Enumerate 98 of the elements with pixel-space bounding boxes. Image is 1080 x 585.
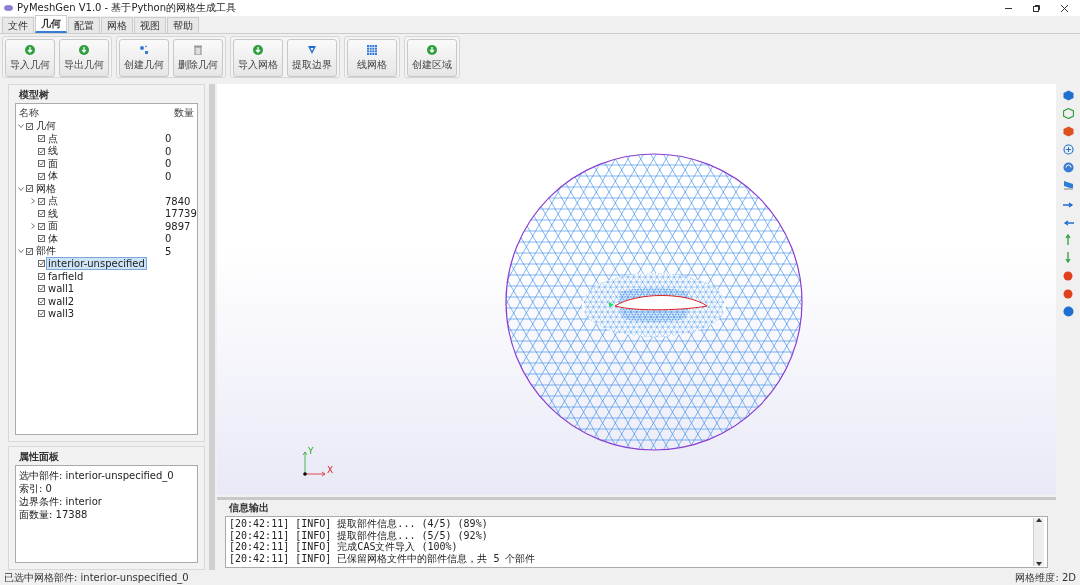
- menu-tab[interactable]: 配置: [68, 17, 100, 33]
- tree-item[interactable]: 面: [47, 219, 59, 234]
- count-value: 5: [165, 245, 173, 257]
- grid-icon: [367, 44, 377, 55]
- status-text: 已选中网格部件: interior-unspecified_0: [4, 571, 189, 585]
- toolbar-button[interactable]: 导出几何: [59, 39, 109, 77]
- down-arrow-icon: [25, 44, 35, 55]
- tree-item[interactable]: farfield: [47, 270, 85, 282]
- toolbar-button[interactable]: 创建几何: [119, 39, 169, 77]
- tree-item[interactable]: 线: [47, 206, 59, 221]
- checkbox[interactable]: [38, 297, 45, 305]
- toolbar-button[interactable]: 删除几何: [173, 39, 223, 77]
- checkbox[interactable]: [26, 185, 33, 193]
- checkbox[interactable]: [38, 260, 45, 268]
- window-title: PyMeshGen V1.0 - 基于Python的网格生成工具: [17, 1, 237, 15]
- tree-item[interactable]: 线: [47, 144, 59, 159]
- shapes-icon: [139, 44, 149, 55]
- column-header: 数量: [174, 106, 194, 118]
- count-value: 0: [165, 145, 173, 157]
- down-arrow-icon: [253, 44, 263, 55]
- checkbox[interactable]: [38, 210, 45, 218]
- property-line: 索引: 0: [19, 482, 53, 495]
- tree-item[interactable]: 点: [47, 194, 59, 209]
- count-value: 7840: [165, 195, 192, 207]
- chevron-right-icon[interactable]: [30, 223, 36, 230]
- checkbox[interactable]: [38, 285, 45, 293]
- checkbox[interactable]: [38, 197, 45, 205]
- property-line: 边界条件: interior: [19, 495, 103, 508]
- tree-item[interactable]: 部件: [35, 244, 57, 259]
- log-line: [20:42:11] [INFO] 提取部件信息... (4/5) (89%): [229, 518, 489, 530]
- tree-item[interactable]: interior-unspecified: [47, 258, 146, 270]
- property-line: 选中部件: interior-unspecified_0: [19, 469, 175, 482]
- count-value: 0: [165, 170, 173, 182]
- sphere-icon[interactable]: [1062, 288, 1074, 299]
- toolbar-button[interactable]: 导入网格: [233, 39, 283, 77]
- column-header: 名称: [19, 106, 39, 118]
- checkbox[interactable]: [38, 147, 45, 155]
- tree-item[interactable]: 面: [47, 156, 59, 171]
- menu-tab[interactable]: 视图: [134, 17, 166, 33]
- tree-item[interactable]: wall3: [47, 308, 76, 320]
- checkbox[interactable]: [38, 222, 45, 230]
- close-icon[interactable]: [1060, 4, 1068, 12]
- checkbox[interactable]: [38, 172, 45, 180]
- scroll-up-icon[interactable]: [1036, 518, 1042, 522]
- x-axis-label: X: [327, 465, 334, 475]
- menu-tab[interactable]: 几何: [35, 15, 67, 33]
- zoom-fit-icon[interactable]: [1062, 144, 1074, 155]
- funnel-icon: [307, 44, 317, 55]
- scroll-down-icon[interactable]: [1036, 562, 1042, 566]
- monitor-icon[interactable]: [1062, 180, 1074, 191]
- y-axis-label: Y: [308, 446, 314, 456]
- checkbox[interactable]: [38, 235, 45, 243]
- panel-title: 模型树: [18, 88, 50, 102]
- down-arrow-icon: [427, 44, 437, 55]
- restore-icon[interactable]: [1032, 4, 1040, 12]
- sphere-icon[interactable]: [1062, 270, 1074, 281]
- log-line: [20:42:11] [INFO] 提取部件信息... (5/5) (92%): [229, 529, 489, 541]
- count-value: 9897: [165, 220, 192, 232]
- menu-tab[interactable]: 网格: [101, 17, 133, 33]
- count-value: 0: [165, 158, 173, 170]
- checkbox[interactable]: [26, 247, 33, 255]
- app-logo-icon: [4, 5, 13, 11]
- tree-item[interactable]: wall1: [47, 283, 76, 295]
- panel-title: 属性面板: [18, 450, 60, 464]
- panel-title: 信息输出: [228, 501, 270, 515]
- checkbox[interactable]: [38, 310, 45, 318]
- property-line: 面数量: 17388: [19, 508, 89, 521]
- checkbox[interactable]: [26, 122, 33, 130]
- toolbar-button[interactable]: 线网格: [347, 39, 397, 77]
- menu-tab[interactable]: 帮助: [167, 17, 199, 33]
- count-value: 0: [165, 233, 173, 245]
- tree-item[interactable]: 几何: [35, 119, 57, 134]
- checkbox[interactable]: [38, 135, 45, 143]
- trash-icon: [194, 44, 202, 55]
- tree-item[interactable]: 体: [47, 169, 59, 184]
- tree-item[interactable]: 点: [47, 131, 59, 146]
- menu-tab[interactable]: 文件: [2, 17, 34, 33]
- tree-item[interactable]: wall2: [47, 295, 76, 307]
- minimize-icon[interactable]: [1004, 7, 1012, 9]
- cube-outline-icon[interactable]: [1062, 108, 1074, 119]
- log-line: [20:42:11] [INFO] 完成CAS文件导入 (100%): [229, 541, 459, 553]
- count-value: 17739: [165, 208, 197, 220]
- count-value: 0: [165, 133, 173, 145]
- toolbar-button[interactable]: 导入几何: [5, 39, 55, 77]
- checkbox[interactable]: [38, 272, 45, 280]
- checkbox[interactable]: [38, 160, 45, 168]
- tree-item[interactable]: 体: [47, 231, 59, 246]
- chevron-down-icon[interactable]: [18, 248, 24, 255]
- status-text: 网格维度: 2D: [1015, 571, 1076, 585]
- down-arrow-icon: [79, 44, 89, 55]
- rotate-icon[interactable]: [1062, 162, 1074, 173]
- log-line: [20:42:11] [INFO] 已保留网格文件中的部件信息，共 5 个部件: [229, 552, 537, 564]
- tree-item[interactable]: 网格: [35, 181, 57, 196]
- toolbar-button[interactable]: 提取边界: [287, 39, 337, 77]
- chevron-down-icon[interactable]: [18, 185, 24, 192]
- toolbar-button[interactable]: 创建区域: [407, 39, 457, 77]
- chevron-down-icon[interactable]: [18, 123, 24, 130]
- chevron-right-icon[interactable]: [30, 198, 36, 205]
